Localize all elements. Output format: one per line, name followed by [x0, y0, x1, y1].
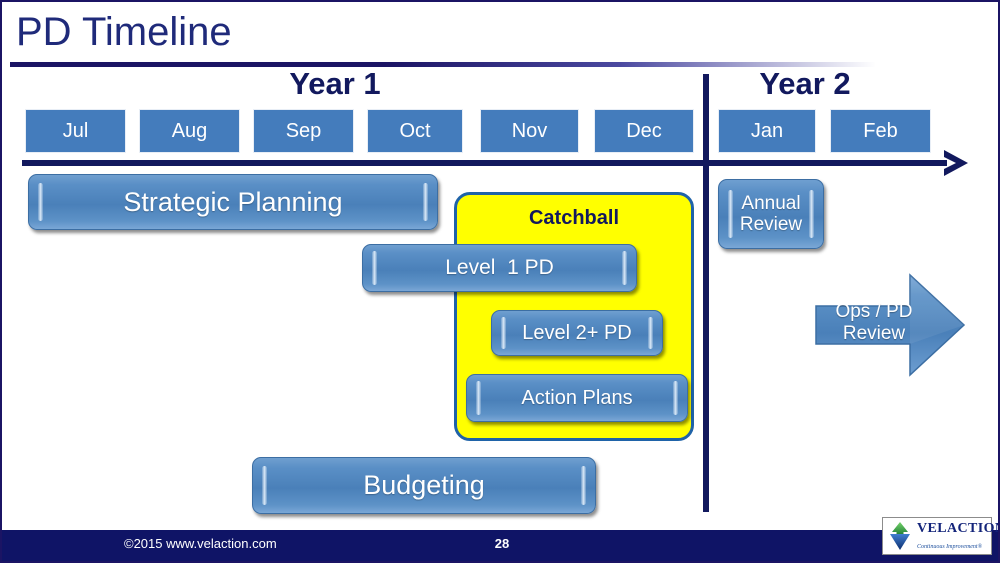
- bar-label-level-2-plus-pd: Level 2+ PD: [522, 321, 632, 344]
- bar-budgeting: Budgeting: [252, 457, 596, 514]
- velaction-logo: VELACTION Continuous Improvement®: [882, 517, 998, 555]
- month-box-jan: Jan: [718, 109, 816, 153]
- bar-level-2-plus-pd: Level 2+ PD: [491, 310, 663, 356]
- bar-strategic-planning: Strategic Planning: [28, 174, 438, 230]
- timeline-arrow-icon: [940, 147, 974, 179]
- year-divider: [703, 74, 709, 512]
- bar-label-budgeting: Budgeting: [363, 470, 485, 501]
- ops-pd-review-label: Ops / PD Review: [835, 301, 913, 345]
- velaction-tagline: Continuous Improvement®: [917, 544, 983, 550]
- velaction-name: VELACTION: [917, 521, 1000, 536]
- velaction-logo-text: VELACTION Continuous Improvement®: [917, 520, 1000, 552]
- month-box-sep: Sep: [253, 109, 354, 153]
- bar-label-level-1-pd: Level 1 PD: [445, 256, 554, 280]
- bar-annual-review: Annual Review: [718, 179, 824, 249]
- bar-level-1-pd: Level 1 PD: [362, 244, 637, 292]
- bar-label-strategic-planning: Strategic Planning: [123, 186, 343, 217]
- catchball-label: Catchball: [528, 207, 620, 229]
- bar-label-action-plans: Action Plans: [521, 386, 633, 409]
- velaction-arrow-icon: [886, 521, 914, 551]
- footer-bar: ©2015 www.velaction.com 28: [2, 530, 998, 561]
- ops-pd-review-arrow: Ops / PD Review: [814, 273, 966, 377]
- month-box-feb: Feb: [830, 109, 931, 153]
- month-box-jul: Jul: [25, 109, 126, 153]
- timeline-axis: [22, 160, 947, 166]
- month-box-oct: Oct: [367, 109, 463, 153]
- month-box-aug: Aug: [139, 109, 240, 153]
- bar-label-annual-review: Annual Review: [739, 192, 803, 235]
- year-2-label: Year 2: [759, 66, 851, 101]
- page-title: PD Timeline: [16, 10, 232, 54]
- year-1-label: Year 1: [289, 66, 381, 101]
- bar-action-plans: Action Plans: [466, 374, 688, 422]
- page-number: 28: [494, 536, 510, 551]
- month-box-nov: Nov: [480, 109, 579, 153]
- slide-canvas: PD Timeline Year 1 Year 2 Jul Aug Sep Oct No…: [0, 0, 1000, 563]
- month-box-dec: Dec: [594, 109, 694, 153]
